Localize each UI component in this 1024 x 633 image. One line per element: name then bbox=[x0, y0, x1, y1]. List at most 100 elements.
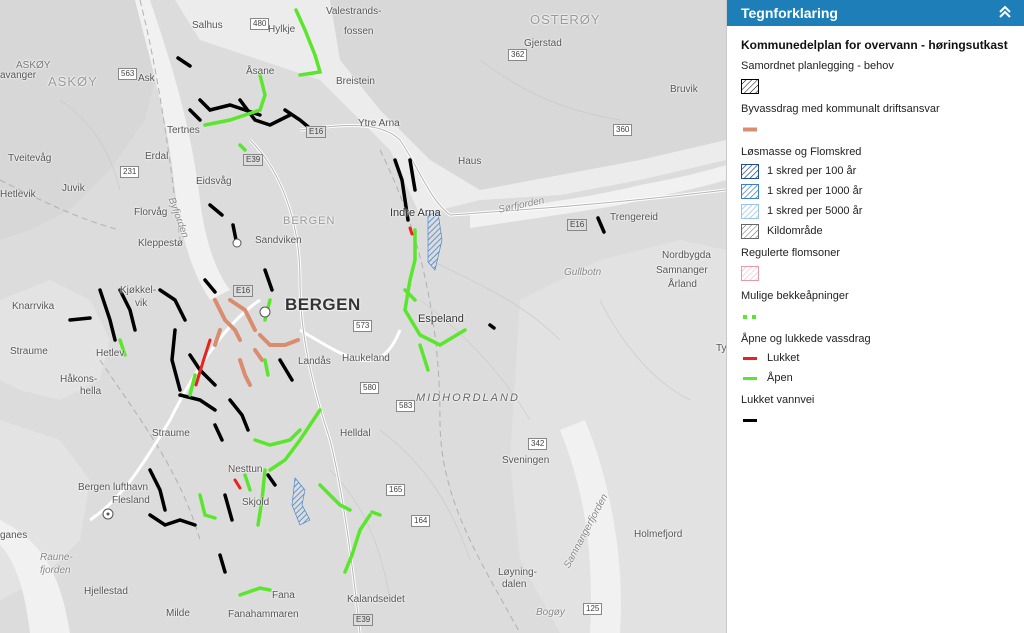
label-nesttun: Nesttun bbox=[228, 464, 263, 475]
road-shield: 362 bbox=[508, 49, 528, 61]
label-nordbygda: Nordbygda bbox=[662, 250, 711, 261]
road-shield: E16 bbox=[567, 219, 588, 231]
label-kleppesto: Kleppestø bbox=[138, 238, 184, 249]
label-loyning-1: Løyning- bbox=[498, 567, 537, 578]
label-raunefjorden-1: Raune- bbox=[40, 552, 73, 563]
label-valestrandsfossen-1: Valestrands- bbox=[326, 6, 382, 17]
legend-swatch-dots-green bbox=[741, 309, 759, 324]
legend-item bbox=[741, 118, 1014, 140]
road-shield: E39 bbox=[243, 154, 264, 166]
label-ty: Ty bbox=[716, 343, 726, 354]
label-flesland: Flesland bbox=[112, 495, 150, 506]
road-shield: 360 bbox=[613, 124, 633, 136]
legend-item-label: 1 skred per 5000 år bbox=[767, 205, 863, 217]
map-view[interactable]: Salhus Hylkje Valestrands- fossen OSTERØ… bbox=[0, 0, 726, 633]
label-milde: Milde bbox=[166, 608, 190, 619]
legend-item bbox=[741, 305, 1014, 327]
label-juvik: Juvik bbox=[62, 183, 85, 194]
legend-body: Kommunedelplan for overvann - høringsutk… bbox=[727, 26, 1024, 431]
label-samnanger: Samnanger bbox=[656, 265, 708, 276]
legend-swatch-line-salmon bbox=[741, 122, 759, 137]
label-ganes: ganes bbox=[0, 530, 28, 541]
label-eidsvag: Eidsvåg bbox=[196, 176, 232, 187]
road-shield: 563 bbox=[118, 68, 138, 80]
legend-group-title: Løsmasse og Flomskred bbox=[741, 146, 862, 158]
label-bogoy: Bogøy bbox=[536, 607, 565, 618]
label-hylkje: Hylkje bbox=[268, 24, 296, 35]
road-shield: 231 bbox=[120, 166, 140, 178]
legend-item-label: Lukket bbox=[767, 352, 800, 364]
label-hakonshella-2: hella bbox=[80, 386, 102, 397]
label-hetlevik: Hetlevik bbox=[0, 189, 36, 200]
label-breistein: Breistein bbox=[336, 76, 375, 87]
legend-item: 1 skred per 5000 år bbox=[741, 201, 1014, 221]
legend-item-label: 1 skred per 100 år bbox=[767, 165, 857, 177]
label-arland: Årland bbox=[668, 279, 697, 290]
label-sandviken: Sandviken bbox=[255, 235, 302, 246]
legend-groups: Samordnet planlegging - behov Byvassdrag… bbox=[741, 60, 1014, 431]
legend-swatch-line-red bbox=[741, 351, 759, 366]
legend-item-label: Åpen bbox=[767, 372, 793, 384]
label-avanger: avanger bbox=[0, 70, 37, 81]
legend-swatch-hatch-grey bbox=[741, 223, 759, 239]
label-tveitevag: Tveitevåg bbox=[8, 153, 52, 164]
road-shield: 125 bbox=[583, 603, 603, 615]
label-loyning-2: dalen bbox=[502, 579, 527, 590]
label-haus: Haus bbox=[458, 156, 482, 167]
label-osteroy: OSTERØY bbox=[530, 12, 601, 27]
legend-item-label: 1 skred per 1000 år bbox=[767, 185, 863, 197]
legend-group-title: Samordnet planlegging - behov bbox=[741, 60, 894, 72]
label-asane: Åsane bbox=[246, 66, 275, 77]
legend-group-title: Mulige bekkeåpninger bbox=[741, 290, 849, 302]
label-florvag: Florvåg bbox=[134, 207, 168, 218]
label-tertnes: Tertnes bbox=[167, 125, 200, 136]
label-kalandseidet: Kalandseidet bbox=[347, 594, 405, 605]
legend-swatch-hatch-blue bbox=[741, 183, 759, 199]
legend-swatch-hatch-black bbox=[741, 78, 759, 94]
label-hakonshella-1: Håkons- bbox=[60, 374, 98, 385]
label-kjokkelvik-2: vik bbox=[135, 298, 148, 309]
label-askoy-big: ASKØY bbox=[48, 74, 98, 89]
label-gjerstad: Gjerstad bbox=[524, 38, 562, 49]
label-bruvik: Bruvik bbox=[670, 84, 698, 95]
chevron-up-double-icon[interactable] bbox=[998, 5, 1012, 21]
road-shield: 573 bbox=[353, 320, 373, 332]
label-erdal: Erdal bbox=[145, 151, 169, 162]
label-midhordland: MIDHORDLAND bbox=[416, 392, 520, 404]
label-ytre-arna: Ytre Arna bbox=[358, 118, 400, 129]
legend-header: Tegnforklaring bbox=[727, 0, 1024, 26]
legend-group-title: Byvassdrag med kommunalt driftsansvar bbox=[741, 103, 940, 115]
legend-swatch-line-green bbox=[741, 371, 759, 386]
label-straume-1: Straume bbox=[10, 346, 48, 357]
legend-item: 1 skred per 100 år bbox=[741, 161, 1014, 181]
label-landas: Landås bbox=[298, 356, 331, 367]
label-kjokkelvik-1: Kjøkkel- bbox=[120, 285, 157, 296]
legend-item bbox=[741, 409, 1014, 431]
road-shield: 583 bbox=[396, 400, 416, 412]
road-shield: 165 bbox=[386, 484, 406, 496]
label-fanahammaren: Fanahammaren bbox=[228, 609, 299, 620]
legend-item: Åpen bbox=[741, 368, 1014, 388]
legend-item bbox=[741, 262, 1014, 284]
label-bergen-big: BERGEN bbox=[285, 295, 361, 314]
label-knarrvika: Knarrvika bbox=[12, 301, 55, 312]
label-bergen-lufthavn: Bergen lufthavn bbox=[78, 482, 149, 493]
label-holmefjord: Holmefjord bbox=[634, 529, 683, 540]
label-raunefjorden-2: fjorden bbox=[40, 565, 71, 576]
legend-layer-title: Kommunedelplan for overvann - høringsutk… bbox=[741, 38, 1008, 52]
label-trengereid: Trengereid bbox=[610, 212, 658, 223]
legend-item: 1 skred per 1000 år bbox=[741, 181, 1014, 201]
legend-swatch-hatch-lightblue bbox=[741, 203, 759, 219]
label-helldal: Helldal bbox=[340, 428, 371, 439]
legend-group-title: Åpne og lukkede vassdrag bbox=[741, 333, 871, 345]
legend-swatch-hatch-pink bbox=[741, 265, 759, 281]
legend-item: Lukket bbox=[741, 348, 1014, 368]
label-hjellestad: Hjellestad bbox=[84, 586, 128, 597]
road-shield: E16 bbox=[233, 285, 254, 297]
road-shield: 480 bbox=[250, 18, 270, 30]
legend-swatch-hatch-darkblue bbox=[741, 163, 759, 179]
road-shield: 164 bbox=[411, 515, 431, 527]
label-valestrandsfossen-2: fossen bbox=[344, 26, 374, 37]
label-skjold: Skjold bbox=[242, 497, 270, 508]
airport-icon-dot bbox=[106, 512, 110, 516]
